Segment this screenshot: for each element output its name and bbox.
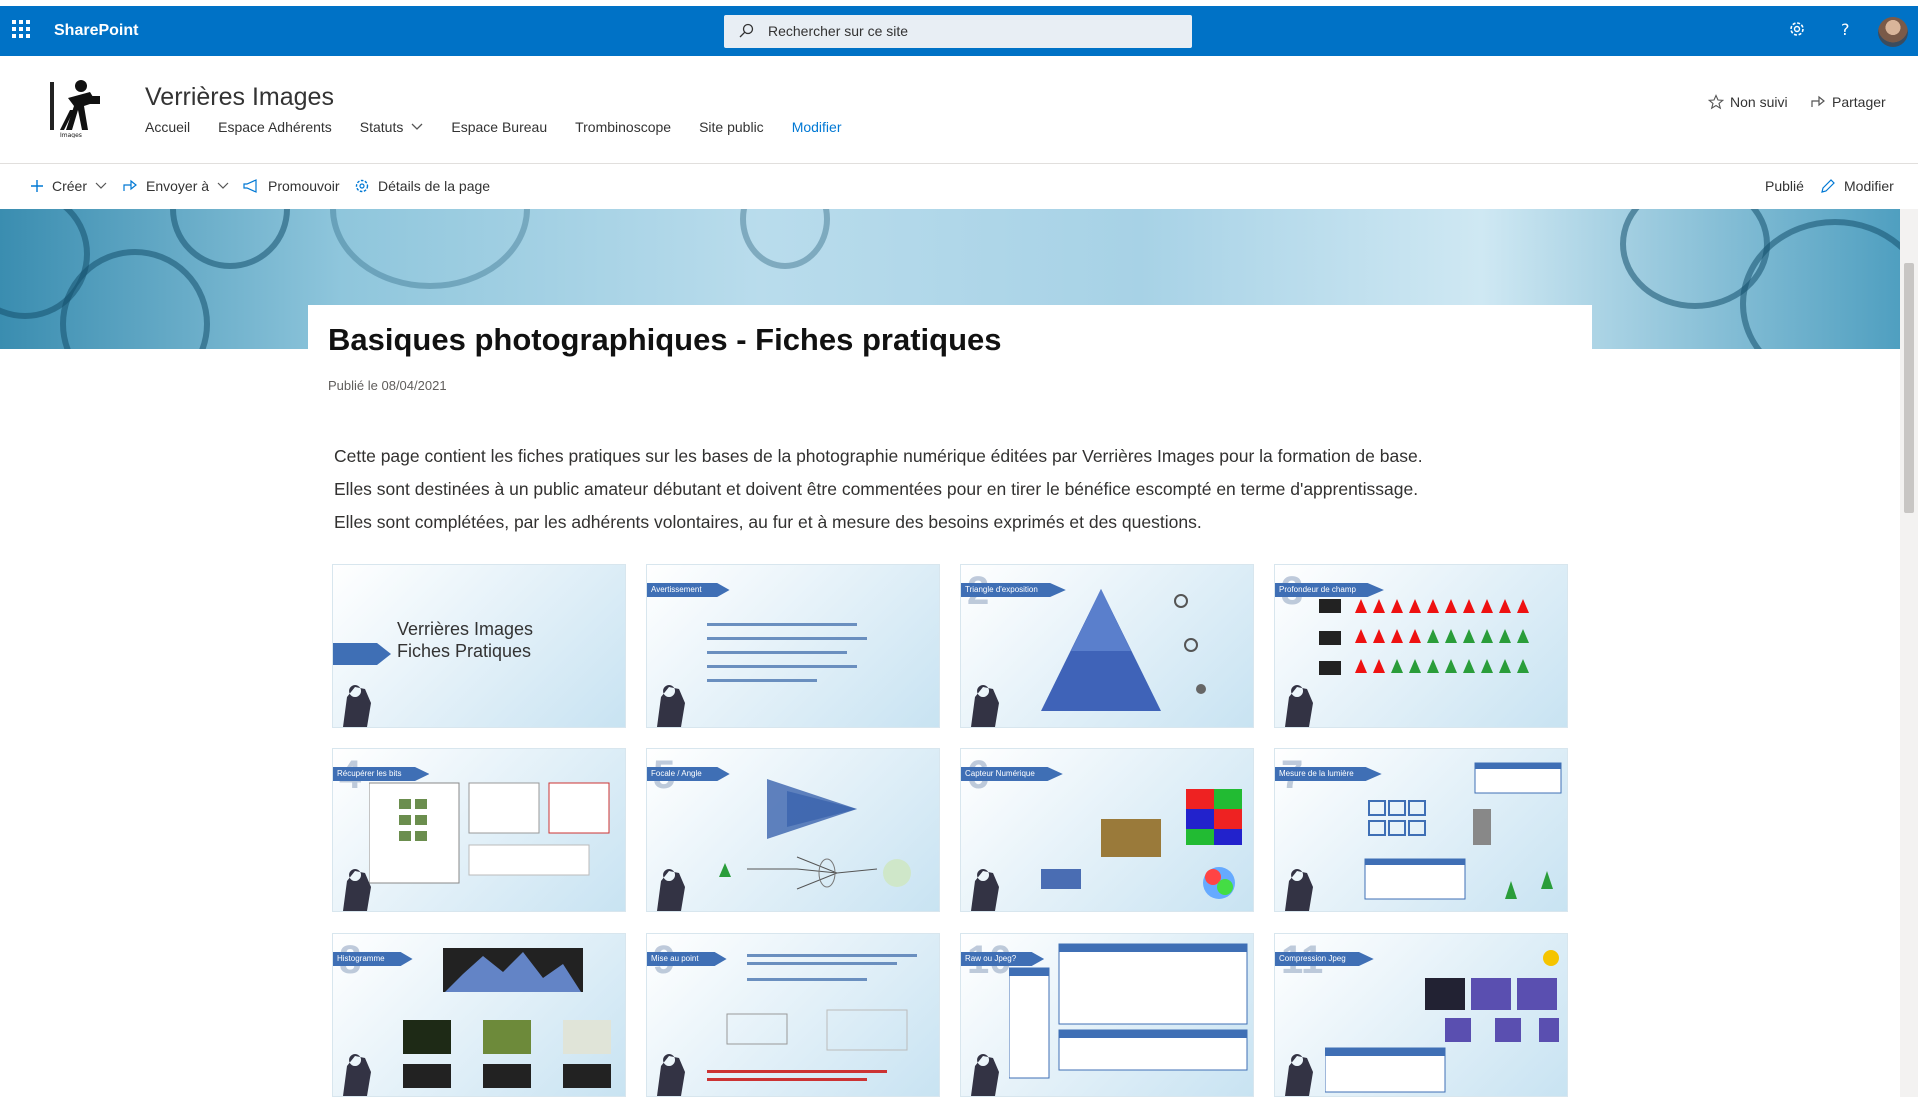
svg-text:Images: Images <box>60 132 82 138</box>
focal-angle-diagram <box>719 779 911 890</box>
sensor-diagram <box>1041 789 1242 899</box>
site-logo[interactable]: Images <box>50 76 105 138</box>
suite-bar: SharePoint Rechercher sur ce site ? <box>0 0 1918 56</box>
svg-text:?: ? <box>1841 20 1850 38</box>
description-line: Cette page contient les fiches pratiques… <box>334 446 1423 466</box>
slide-thumbnail[interactable]: 3 Profondeur de champ <box>1274 564 1568 728</box>
share-label: Partager <box>1832 94 1886 110</box>
photographer-silhouette-icon <box>343 1054 371 1096</box>
site-nav: Accueil Espace Adhérents Statuts Espace … <box>145 119 869 135</box>
follow-button[interactable]: Non suivi <box>1708 94 1788 110</box>
megaphone-icon <box>243 179 257 193</box>
depth-of-field-trees <box>1319 599 1529 675</box>
chevron-down-icon <box>411 123 423 130</box>
raw-jpeg-table <box>1009 943 1248 1079</box>
avatar[interactable] <box>1878 17 1908 47</box>
jpeg-compression-diagram <box>1325 950 1559 1093</box>
photographer-silhouette-icon <box>971 869 999 911</box>
photographer-silhouette-icon <box>657 685 685 727</box>
page-details-button[interactable]: Détails de la page <box>354 178 490 194</box>
nav-trombinoscope[interactable]: Trombinoscope <box>575 119 671 135</box>
histogram-diagram <box>403 948 611 1088</box>
nav-espace-bureau[interactable]: Espace Bureau <box>451 119 547 135</box>
slide-thumbnail[interactable]: 5 Focale / Angle <box>646 748 940 912</box>
published-date: Publié le 08/04/2021 <box>328 378 447 393</box>
nav-statuts[interactable]: Statuts <box>360 119 424 135</box>
photographer-silhouette-icon <box>1285 685 1313 727</box>
slide-thumbnail[interactable]: 9 Mise au point <box>646 933 940 1097</box>
slide-thumbnail[interactable]: 7 Mesure de la lumière <box>1274 748 1568 912</box>
promote-button[interactable]: Promouvoir <box>242 178 340 194</box>
plus-icon <box>31 180 43 192</box>
description-line: Elles sont destinées à un public amateur… <box>334 479 1419 499</box>
command-bar: Créer Envoyer à Promouvoir Détails de la… <box>0 165 1918 209</box>
app-launcher-icon[interactable] <box>12 20 32 40</box>
share-icon <box>123 179 137 191</box>
edit-button[interactable]: Modifier <box>1820 178 1894 194</box>
nav-espace-adherents[interactable]: Espace Adhérents <box>218 119 332 135</box>
slide-thumbnail[interactable]: Verrières Images Fiches Pratiques <box>332 564 626 728</box>
photographer-silhouette-icon <box>1285 1054 1313 1096</box>
slide-heading: Fiches Pratiques <box>397 641 532 661</box>
nav-accueil[interactable]: Accueil <box>145 119 190 135</box>
slide-thumbnail[interactable]: Avertissement <box>646 564 940 728</box>
page-title: Basiques photographiques - Fiches pratiq… <box>328 322 1002 357</box>
send-label: Envoyer à <box>146 178 210 194</box>
app-brand[interactable]: SharePoint <box>54 22 138 40</box>
metering-diagram <box>1364 762 1562 900</box>
scrollbar-thumb[interactable] <box>1904 263 1914 513</box>
site-header: Images Verrières Images Accueil Espace A… <box>0 56 1918 164</box>
search-icon <box>739 23 754 38</box>
create-button[interactable]: Créer <box>30 178 107 194</box>
slide-bullets <box>707 623 867 682</box>
photographer-silhouette-icon <box>1285 869 1313 911</box>
gear-icon <box>355 179 369 193</box>
slide-tag: Avertissement <box>647 583 730 597</box>
share-button[interactable]: Partager <box>1810 94 1886 110</box>
photographer-silhouette-icon <box>657 869 685 911</box>
nav-site-public[interactable]: Site public <box>699 119 764 135</box>
photographer-silhouette-icon <box>343 685 371 727</box>
send-to-button[interactable]: Envoyer à <box>122 178 229 194</box>
slide-thumbnail[interactable]: 8 Histogramme <box>332 933 626 1097</box>
promote-label: Promouvoir <box>268 178 340 194</box>
slide-thumbnail[interactable]: 2 Triangle d'exposition <box>960 564 1254 728</box>
star-icon <box>1708 94 1724 110</box>
description-line: Elles sont complétées, par les adhérents… <box>334 512 1202 532</box>
page-scrollbar[interactable] <box>1900 209 1918 1097</box>
search-box[interactable]: Rechercher sur ce site <box>724 15 1192 48</box>
page-description: Cette page contient les fiches pratiques… <box>334 440 1534 539</box>
slide-heading: Verrières Images <box>397 619 534 639</box>
publish-status-label: Publié <box>1765 178 1804 194</box>
autofocus-diagram <box>707 954 917 1081</box>
page-details-label: Détails de la page <box>378 178 491 194</box>
site-title[interactable]: Verrières Images <box>145 83 334 112</box>
chevron-down-icon <box>217 182 229 189</box>
publish-status: Publié <box>1765 178 1804 194</box>
nav-statuts-label: Statuts <box>359 119 404 135</box>
pencil-icon <box>1821 179 1835 193</box>
nav-modifier[interactable]: Modifier <box>792 119 842 135</box>
slide-thumbnail[interactable]: 4 Récupérer les bits <box>332 748 626 912</box>
chevron-down-icon <box>95 182 107 189</box>
slide-thumbnail[interactable]: 6 Capteur Numérique <box>960 748 1254 912</box>
screenshot-collage <box>369 782 610 884</box>
search-placeholder: Rechercher sur ce site <box>768 23 909 39</box>
edit-label: Modifier <box>1844 178 1894 194</box>
help-icon[interactable]: ? <box>1836 20 1854 38</box>
share-icon <box>1811 95 1825 107</box>
exposure-triangle <box>1041 589 1206 711</box>
photographer-silhouette-icon <box>971 1054 999 1096</box>
follow-label: Non suivi <box>1730 94 1788 110</box>
gear-icon[interactable] <box>1788 20 1806 38</box>
photographer-silhouette-icon <box>343 869 371 911</box>
photographer-silhouette-icon <box>971 685 999 727</box>
photographer-silhouette-icon <box>657 1054 685 1096</box>
slide-thumbnail[interactable]: 11 Compression Jpeg <box>1274 933 1568 1097</box>
top-edge <box>0 0 1918 6</box>
create-label: Créer <box>52 178 88 194</box>
slide-thumbnail[interactable]: 10 Raw ou Jpeg? <box>960 933 1254 1097</box>
